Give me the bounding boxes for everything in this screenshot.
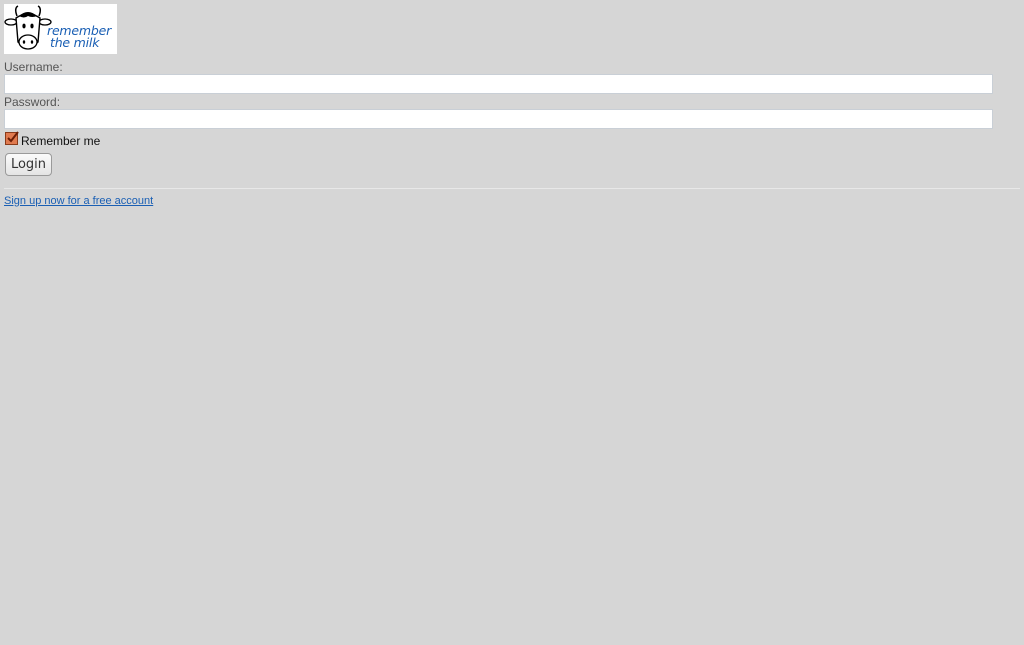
- username-label: Username:: [4, 60, 63, 74]
- logo-line-2: the milk: [50, 35, 100, 50]
- divider: [4, 188, 1020, 189]
- signup-link[interactable]: Sign up now for a free account: [4, 195, 153, 207]
- logo: remember the milk: [4, 4, 117, 54]
- username-input[interactable]: [4, 74, 993, 94]
- checkmark-icon: [7, 130, 19, 143]
- password-label: Password:: [4, 95, 61, 109]
- login-button[interactable]: Login: [5, 153, 52, 176]
- remember-me-checkbox[interactable]: [5, 130, 19, 145]
- remember-me-label: Remember me: [21, 134, 101, 148]
- login-page: remember the milk Username: Password: Re…: [0, 0, 1024, 645]
- password-input[interactable]: [4, 109, 993, 129]
- logo-wordmark: remember the milk: [47, 24, 111, 50]
- remember-me-row: Remember me: [5, 130, 101, 148]
